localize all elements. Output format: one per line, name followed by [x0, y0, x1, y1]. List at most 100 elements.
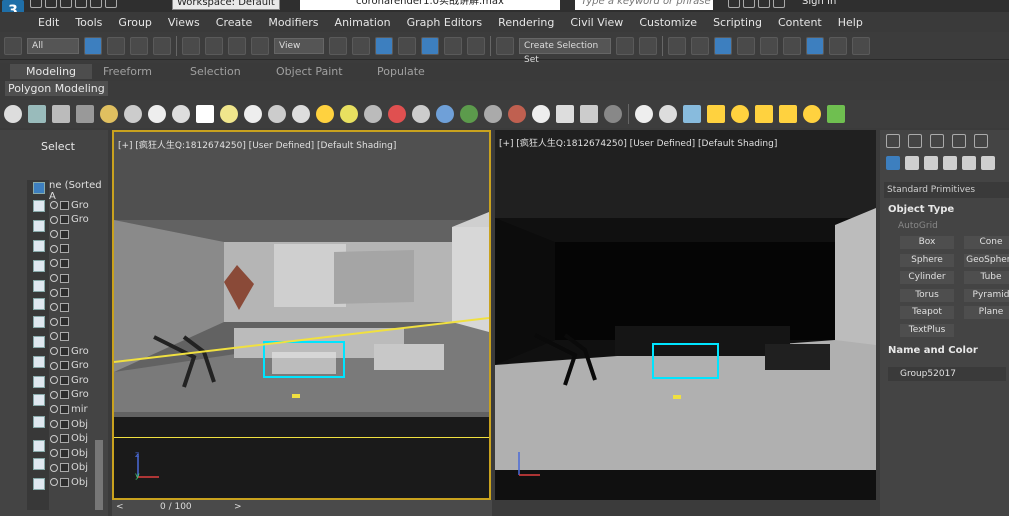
object-name-input[interactable]: Group52017: [888, 367, 1006, 381]
spacewarps-category-icon[interactable]: [981, 156, 995, 170]
list-item[interactable]: [50, 271, 106, 285]
menu-item-help[interactable]: Help: [838, 16, 863, 29]
visibility-icon[interactable]: [50, 434, 58, 443]
geometry-category-icon[interactable]: [886, 156, 900, 170]
search-input[interactable]: Type a keyword or phrase: [575, 0, 713, 10]
cone-button[interactable]: Cone: [964, 236, 1009, 249]
list-item[interactable]: [50, 315, 106, 329]
display-all-icon[interactable]: [33, 182, 45, 194]
viewport-label-left[interactable]: [+] [疯狂人生Q:1812674250] [User Defined] [D…: [118, 138, 396, 151]
help-icon[interactable]: [604, 105, 622, 123]
display-spacewarps-icon[interactable]: [33, 280, 45, 292]
list-item[interactable]: Gro: [50, 359, 106, 373]
teapot-icon[interactable]: [4, 105, 22, 123]
render-setup-icon[interactable]: [783, 36, 801, 55]
scale-icon[interactable]: [228, 36, 246, 55]
rotate-icon[interactable]: [205, 36, 223, 55]
list-item[interactable]: [50, 329, 106, 343]
menu-item-views[interactable]: Views: [168, 16, 200, 29]
open-file-icon[interactable]: [45, 0, 57, 8]
textplus-button[interactable]: TextPlus: [900, 323, 954, 337]
visibility-icon[interactable]: [50, 420, 58, 428]
layer-explorer-icon[interactable]: [668, 36, 686, 55]
mirror-icon[interactable]: [616, 36, 634, 55]
bowl-icon[interactable]: [659, 105, 677, 123]
cylinder-button[interactable]: Cylinder: [900, 271, 954, 284]
ribbon-tab-selection[interactable]: Selection: [190, 65, 241, 78]
disc-icon[interactable]: [244, 105, 262, 123]
display-cameras-icon[interactable]: [33, 240, 45, 252]
visibility-icon[interactable]: [50, 259, 58, 268]
ribbon-tab-freeform[interactable]: Freeform: [103, 65, 152, 78]
hair-icon[interactable]: [484, 105, 502, 123]
info-icon[interactable]: [580, 105, 598, 123]
selection-filter-dropdown[interactable]: All: [27, 37, 79, 54]
cameras-category-icon[interactable]: [943, 156, 957, 170]
display-all-toggle-icon[interactable]: [33, 416, 45, 428]
rect-selection-icon[interactable]: [130, 36, 148, 55]
visibility-icon[interactable]: [50, 405, 58, 414]
toggle-ribbon-icon[interactable]: [691, 36, 709, 55]
lights-category-icon[interactable]: [924, 156, 938, 170]
teapot-render-icon[interactable]: [852, 36, 870, 55]
ball-icon[interactable]: [532, 105, 550, 123]
timeline-prev-button[interactable]: <: [116, 502, 124, 512]
visibility-icon[interactable]: [50, 288, 58, 297]
torus-button[interactable]: Torus: [900, 288, 954, 302]
visibility-icon[interactable]: [50, 376, 58, 385]
visibility-icon[interactable]: [50, 201, 58, 209]
settings-grid-icon[interactable]: [76, 105, 94, 123]
lightbulb-icon[interactable]: [340, 105, 358, 123]
schematic-view-icon[interactable]: [737, 36, 755, 55]
select-object-icon[interactable]: [84, 36, 102, 55]
box-button[interactable]: Box: [900, 236, 954, 249]
visibility-icon[interactable]: [50, 478, 58, 487]
magnet-icon[interactable]: [4, 36, 22, 55]
geosphere-button[interactable]: GeoSphere: [964, 253, 1009, 267]
modify-tab-icon[interactable]: [908, 134, 922, 148]
save-file-icon[interactable]: [60, 0, 72, 8]
sphere-light-icon[interactable]: [731, 105, 749, 123]
list-item[interactable]: Gro: [50, 213, 106, 227]
menu-item-create[interactable]: Create: [216, 16, 253, 29]
visibility-icon[interactable]: [50, 390, 58, 399]
sun-icon[interactable]: [316, 105, 334, 123]
sun-light-icon[interactable]: [803, 105, 821, 123]
pivot-center-icon[interactable]: [329, 36, 347, 55]
spinner-snap-icon[interactable]: [467, 36, 485, 55]
hierarchy-tab-icon[interactable]: [930, 134, 944, 148]
list-item[interactable]: mir: [50, 402, 106, 416]
list-item[interactable]: Gro: [50, 198, 106, 212]
visibility-icon[interactable]: [50, 361, 58, 370]
select-manipulate-icon[interactable]: [352, 36, 370, 55]
scene-explorer-scrollbar[interactable]: [95, 440, 103, 510]
display-groups-icon[interactable]: [33, 298, 45, 310]
menu-item-tools[interactable]: Tools: [75, 16, 102, 29]
visibility-icon[interactable]: [50, 215, 58, 224]
percent-snap-icon[interactable]: [444, 36, 462, 55]
display-containers-icon[interactable]: [33, 356, 45, 368]
pencil-icon[interactable]: [388, 105, 406, 123]
rect-light-icon[interactable]: [707, 105, 725, 123]
curve-editor-icon[interactable]: [714, 36, 732, 55]
place-icon[interactable]: [251, 36, 269, 55]
visibility-icon[interactable]: [50, 230, 58, 239]
frame-counter[interactable]: 0 / 100: [160, 502, 192, 512]
light-icon[interactable]: [100, 105, 118, 123]
tube-button[interactable]: Tube: [964, 271, 1009, 284]
list-item[interactable]: [50, 300, 106, 314]
visibility-icon[interactable]: [50, 317, 58, 326]
list-item[interactable]: [50, 286, 106, 300]
list-item[interactable]: [50, 242, 106, 256]
project-folder-icon[interactable]: [105, 0, 117, 8]
render-production-icon[interactable]: [829, 36, 847, 55]
display-none-icon[interactable]: [33, 440, 45, 452]
autogrid-checkbox[interactable]: AutoGrid: [898, 221, 938, 231]
plane-button[interactable]: Plane: [964, 306, 1009, 319]
create-tab-icon[interactable]: [886, 134, 900, 148]
selection-set-dropdown[interactable]: Create Selection Set: [519, 37, 611, 65]
undo-icon[interactable]: [75, 0, 87, 8]
snap-toggle-icon[interactable]: [398, 36, 416, 55]
ribbon-tab-object-paint[interactable]: Object Paint: [276, 65, 343, 78]
visibility-icon[interactable]: [50, 463, 58, 472]
